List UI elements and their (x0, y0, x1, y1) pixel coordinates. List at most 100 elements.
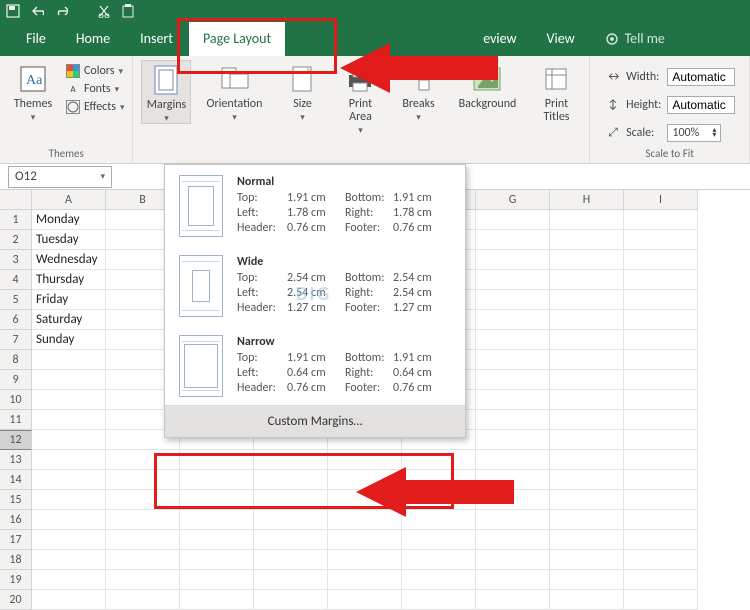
row-header[interactable]: 3 (0, 250, 32, 270)
row-header[interactable]: 6 (0, 310, 32, 330)
cut-icon[interactable] (97, 4, 111, 18)
cell[interactable] (180, 490, 254, 510)
row-header[interactable]: 17 (0, 530, 32, 550)
cell[interactable] (32, 570, 106, 590)
cell[interactable] (550, 350, 624, 370)
cell[interactable]: Saturday (32, 310, 106, 330)
cell[interactable]: Sunday (32, 330, 106, 350)
cell[interactable] (180, 470, 254, 490)
margins-option-custom[interactable]: Custom Margins… (165, 405, 465, 437)
cell[interactable] (106, 550, 180, 570)
cell[interactable] (624, 570, 698, 590)
cell[interactable] (550, 270, 624, 290)
cell[interactable] (624, 210, 698, 230)
cell[interactable] (624, 510, 698, 530)
cell[interactable] (624, 530, 698, 550)
colors-button[interactable]: Colors▾ (66, 64, 124, 78)
cell[interactable] (476, 570, 550, 590)
column-header[interactable]: A (32, 190, 106, 210)
cell[interactable] (254, 530, 328, 550)
cell[interactable] (550, 450, 624, 470)
background-button[interactable]: Background (451, 60, 523, 111)
cell[interactable] (476, 390, 550, 410)
cell[interactable] (328, 490, 402, 510)
cell[interactable] (32, 350, 106, 370)
cell[interactable] (254, 590, 328, 610)
cell[interactable] (550, 410, 624, 430)
cell[interactable] (476, 590, 550, 610)
cell[interactable] (328, 550, 402, 570)
cell[interactable] (624, 590, 698, 610)
cell[interactable] (402, 530, 476, 550)
cell[interactable] (180, 510, 254, 530)
cell[interactable] (476, 410, 550, 430)
row-header[interactable]: 8 (0, 350, 32, 370)
margins-option-normal[interactable]: Normal Top:1.91 cmBottom:1.91 cm Left:1.… (165, 165, 465, 245)
cell[interactable] (476, 270, 550, 290)
themes-button[interactable]: Aa Themes ▾ (8, 60, 58, 122)
cell[interactable] (550, 230, 624, 250)
cell[interactable] (624, 250, 698, 270)
cell[interactable]: Friday (32, 290, 106, 310)
margins-button[interactable]: Margins ▾ (141, 60, 191, 124)
cell[interactable] (550, 250, 624, 270)
cell[interactable] (550, 550, 624, 570)
cell[interactable] (402, 550, 476, 570)
cell[interactable] (328, 450, 402, 470)
cell[interactable] (32, 390, 106, 410)
cell[interactable] (476, 450, 550, 470)
cell[interactable] (476, 430, 550, 450)
cell[interactable] (550, 570, 624, 590)
cell[interactable] (550, 490, 624, 510)
cell[interactable] (32, 370, 106, 390)
cell[interactable]: Wednesday (32, 250, 106, 270)
cell[interactable] (402, 490, 476, 510)
row-header[interactable]: 7 (0, 330, 32, 350)
cell[interactable] (476, 290, 550, 310)
tab-file[interactable]: File (12, 22, 60, 56)
cell[interactable] (106, 530, 180, 550)
row-header[interactable]: 12 (0, 430, 32, 450)
row-header[interactable]: 2 (0, 230, 32, 250)
cell[interactable] (476, 310, 550, 330)
row-header[interactable]: 11 (0, 410, 32, 430)
cell[interactable] (254, 550, 328, 570)
cell[interactable] (624, 430, 698, 450)
size-button[interactable]: Size ▾ (277, 60, 327, 122)
cell[interactable] (254, 490, 328, 510)
cell[interactable] (328, 530, 402, 550)
cell[interactable] (180, 590, 254, 610)
cell[interactable] (402, 510, 476, 530)
fonts-button[interactable]: AFonts▾ (66, 82, 124, 96)
row-header[interactable]: 1 (0, 210, 32, 230)
cell[interactable] (106, 470, 180, 490)
cell[interactable] (32, 530, 106, 550)
cell[interactable] (254, 470, 328, 490)
cell[interactable] (550, 510, 624, 530)
cell[interactable] (476, 350, 550, 370)
cell[interactable] (476, 510, 550, 530)
cell[interactable]: Monday (32, 210, 106, 230)
cell[interactable] (624, 450, 698, 470)
cell[interactable] (476, 330, 550, 350)
row-header[interactable]: 10 (0, 390, 32, 410)
cell[interactable] (550, 290, 624, 310)
cell[interactable] (402, 590, 476, 610)
row-header[interactable]: 19 (0, 570, 32, 590)
tab-home[interactable]: Home (62, 22, 124, 56)
tab-insert[interactable]: Insert (126, 22, 187, 56)
effects-button[interactable]: Effects▾ (66, 100, 124, 114)
row-header[interactable]: 15 (0, 490, 32, 510)
cell[interactable] (624, 310, 698, 330)
column-header[interactable]: H (550, 190, 624, 210)
cell[interactable] (550, 590, 624, 610)
row-header[interactable]: 20 (0, 590, 32, 610)
tab-tell-me[interactable]: Tell me (591, 22, 679, 56)
cell[interactable] (328, 470, 402, 490)
cell[interactable] (624, 470, 698, 490)
cell[interactable] (180, 450, 254, 470)
cell[interactable] (624, 410, 698, 430)
cell[interactable] (180, 550, 254, 570)
cell[interactable] (180, 530, 254, 550)
cell[interactable] (106, 490, 180, 510)
